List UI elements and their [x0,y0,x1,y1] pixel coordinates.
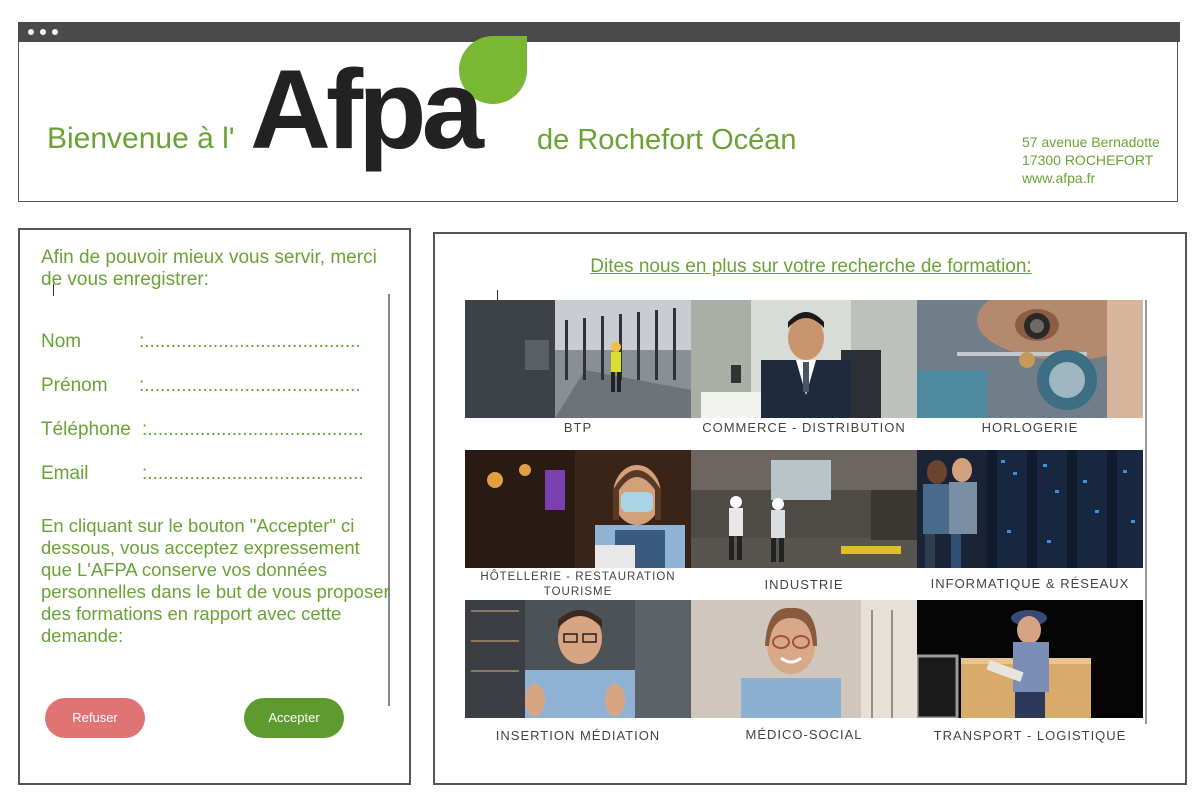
afpa-logo: Afpa [250,36,530,188]
industry-photo-icon [691,450,917,568]
text-caret [53,284,54,296]
medical-photo-icon [691,600,917,718]
window-titlebar [18,22,1180,42]
business-photo-icon [691,300,917,418]
firstname-field[interactable]: Prénom :................................… [41,375,361,397]
catalog-scrollbar[interactable] [1145,300,1147,724]
email-input[interactable]: :.......................................… [142,463,364,485]
address-city: 17300 ROCHEFORT [1022,152,1154,168]
phone-label: Téléphone [41,419,131,440]
firstname-input[interactable]: :.......................................… [139,375,361,397]
registration-panel: Afin de pouvoir mieux vous servir, merci… [18,228,411,785]
name-label: Nom [41,331,82,352]
hospitality-photo-icon [465,450,691,568]
tile-commerce-distribution[interactable]: COMMERCE - DISTRIBUTION [691,300,917,450]
tile-transport-logistique[interactable]: TRANSPORT - LOGISTIQUE [917,600,1143,750]
training-grid: BTP COMMERCE - DISTRIBUTION HORLOGERIE H… [465,300,1143,750]
dot-icon [40,29,46,35]
dot-icon [28,29,34,35]
tile-horlogerie[interactable]: HORLOGERIE [917,300,1143,450]
tile-caption: MÉDICO-SOCIAL [745,727,863,742]
address-block: 57 avenue Bernadotte 17300 ROCHEFORT www… [1022,133,1160,187]
watchmaking-photo-icon [917,300,1143,418]
tile-caption: TRANSPORT - LOGISTIQUE [933,728,1127,743]
tile-hotellerie-restauration[interactable]: HÔTELLERIE - RESTAURATION TOURISME [465,450,691,600]
address-street: 57 avenue Bernadotte [1022,134,1160,150]
tile-insertion-mediation[interactable]: INSERTION MÉDIATION [465,600,691,750]
tile-caption-line2: TOURISME [543,586,613,598]
accept-button[interactable]: Accepter [244,698,344,738]
welcome-header: Bienvenue à l' Afpa de Rochefort Océan 5… [18,36,1178,202]
name-input[interactable]: :.......................................… [139,331,361,353]
dot-icon [52,29,58,35]
tile-caption: INFORMATIQUE & RÉSEAUX [930,576,1130,591]
registration-intro: Afin de pouvoir mieux vous servir, merci… [41,247,377,290]
tile-caption: INDUSTRIE [764,577,844,592]
mediation-photo-icon [465,600,691,718]
datacenter-photo-icon [917,450,1143,568]
tile-medico-social[interactable]: MÉDICO-SOCIAL [691,600,917,750]
address-website[interactable]: www.afpa.fr [1022,169,1160,187]
phone-input[interactable]: :.......................................… [142,419,364,441]
welcome-text: Bienvenue à l' [47,122,235,155]
phone-field[interactable]: Téléphone :.............................… [41,419,364,441]
tile-caption: COMMERCE - DISTRIBUTION [702,420,906,435]
logistics-photo-icon [917,600,1143,718]
window-dots [28,29,58,35]
email-field[interactable]: Email :.................................… [41,463,364,485]
tile-industrie[interactable]: INDUSTRIE [691,450,917,600]
location-text: de Rochefort Océan [537,124,797,156]
catalog-title: Dites nous en plus sur votre recherche d… [590,256,1032,277]
tile-caption: BTP [563,420,593,435]
consent-text: En cliquant sur le bouton "Accepter" ci … [41,515,390,646]
name-field[interactable]: Nom :...................................… [41,331,361,353]
training-catalog-panel: Dites nous en plus sur votre recherche d… [433,232,1187,785]
tile-btp[interactable]: BTP [465,300,691,450]
refuse-button[interactable]: Refuser [45,698,145,738]
construction-photo-icon [465,300,691,418]
tile-caption: HÔTELLERIE - RESTAURATION TOURISME [465,570,691,600]
tile-caption: INSERTION MÉDIATION [495,728,661,743]
tile-caption: HORLOGERIE [981,420,1079,435]
tile-informatique-reseaux[interactable]: INFORMATIQUE & RÉSEAUX [917,450,1143,600]
firstname-label: Prénom [41,375,108,396]
tile-caption-line1: HÔTELLERIE - RESTAURATION [480,571,676,583]
logo-wordmark: Afpa [250,47,484,172]
email-label: Email [41,463,89,484]
